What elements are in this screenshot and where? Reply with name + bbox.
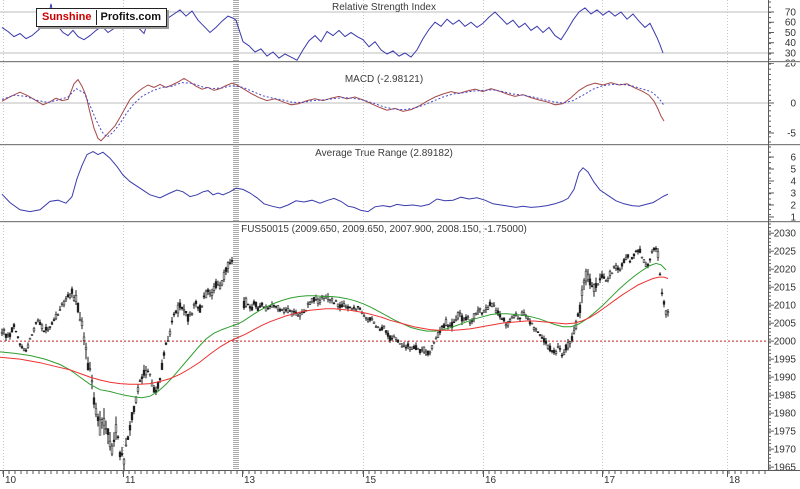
y-axis-label: 2000 bbox=[774, 337, 797, 348]
x-axis-label: 16 bbox=[485, 475, 497, 486]
y-axis-label: 0 bbox=[790, 98, 796, 109]
y-axis-label: 2015 bbox=[774, 283, 797, 294]
x-axis-label: 10 bbox=[5, 475, 17, 486]
price-y-axis-labels: 2030 2025 2020 2015 2010 2005 2000 1995 1990 1985… bbox=[768, 223, 797, 474]
y-axis-label: 1980 bbox=[774, 409, 797, 420]
y-axis-label: 2 bbox=[790, 200, 796, 211]
brand-logo-sunshine: Sunshine bbox=[42, 10, 97, 25]
rsi-y-axis-labels: 706050403020 bbox=[768, 1, 797, 70]
macd-line bbox=[1, 77, 665, 142]
candles bbox=[0, 245, 670, 472]
ma-slow-line bbox=[0, 276, 669, 385]
y-axis-label: 2025 bbox=[774, 247, 797, 258]
y-axis-label: 1965 bbox=[774, 463, 797, 474]
y-axis-label: 1985 bbox=[774, 391, 797, 402]
y-axis-label: 4 bbox=[790, 176, 796, 187]
atr-y-axis-labels: 654321 bbox=[768, 146, 796, 223]
atr-line bbox=[1, 151, 669, 213]
brand-logo-profits: Profits.com bbox=[100, 11, 162, 23]
y-axis-label: 1995 bbox=[774, 355, 797, 366]
signal-line bbox=[1, 82, 665, 138]
y-axis-label: 1975 bbox=[774, 427, 797, 438]
y-axis-label: 20 bbox=[785, 59, 797, 70]
y-axis-label: 2030 bbox=[774, 229, 797, 240]
x-axis-labels: 10 11 13 15 16 17 18 bbox=[3, 470, 741, 486]
atr-panel bbox=[1, 151, 669, 213]
y-axis-label: -5 bbox=[787, 128, 796, 139]
y-axis-label: 2020 bbox=[774, 265, 797, 276]
x-axis-label: 13 bbox=[244, 475, 256, 486]
chart-root: 70 60 50 40 30 20 0 -5 6 5 4 3 2 1 2030 2025 2020 2015 201… bbox=[0, 0, 800, 489]
vertical-gridlines bbox=[3, 0, 728, 470]
macd-panel bbox=[0, 77, 768, 142]
x-axis-label: 15 bbox=[365, 475, 377, 486]
y-axis-label: 2010 bbox=[774, 301, 797, 312]
ma-fast-line bbox=[0, 262, 667, 399]
y-axis-label: 1990 bbox=[774, 373, 797, 384]
y-axis-label: 3 bbox=[790, 188, 796, 199]
y-axis-label: 2005 bbox=[774, 319, 797, 330]
y-axis-label: 1970 bbox=[774, 445, 797, 456]
session-break-band bbox=[233, 0, 239, 470]
x-axis-label: 18 bbox=[729, 475, 741, 486]
y-axis-label: 6 bbox=[790, 152, 796, 163]
brand-logo: Sunshine Profits.com bbox=[36, 8, 168, 27]
y-axis-label: 5 bbox=[790, 164, 796, 175]
chart-canvas[interactable]: 7060504030200-56543212030202520202015201… bbox=[0, 0, 800, 489]
price-panel bbox=[0, 245, 768, 472]
x-axis-label: 17 bbox=[604, 475, 616, 486]
x-axis-label: 11 bbox=[125, 475, 136, 486]
macd-y-axis-labels: 0 -5 bbox=[768, 63, 796, 143]
